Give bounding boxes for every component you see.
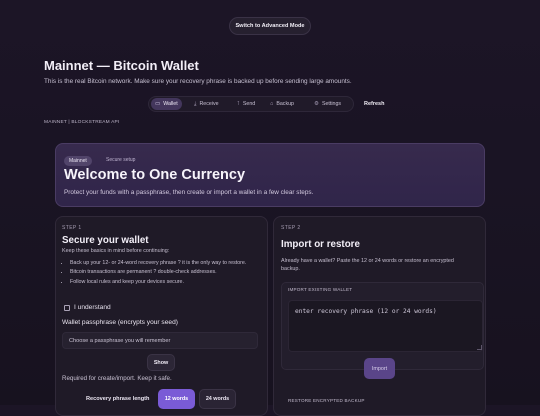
passphrase-input[interactable]: Choose a passphrase you will remember — [62, 332, 258, 349]
step-1-label: STEP 1 — [62, 225, 82, 231]
send-icon: ⊺ — [237, 101, 240, 107]
import-restore-title: Import or restore — [281, 239, 360, 250]
tab-label: Settings — [321, 101, 342, 107]
passphrase-note: Required for create/import. Keep it safe… — [62, 375, 172, 382]
length-24-button[interactable]: 24 words — [199, 389, 236, 409]
import-button[interactable]: Import — [364, 358, 395, 379]
basics-list: Back up your 12- or 24-word recovery phr… — [62, 259, 270, 287]
list-item: Follow local rules and keep your devices… — [70, 278, 270, 286]
phrase-length-label: Recovery phrase length — [86, 396, 150, 402]
resize-handle-icon[interactable] — [477, 345, 482, 350]
welcome-subtitle: Protect your funds with a passphrase, th… — [64, 189, 314, 196]
passphrase-label: Wallet passphrase (encrypts your seed) — [62, 319, 178, 326]
refresh-button[interactable]: Refresh — [360, 98, 388, 110]
show-passphrase-button[interactable]: Show — [147, 354, 175, 371]
wallet-icon: ▭ — [155, 101, 161, 107]
recovery-phrase-input[interactable]: enter recovery phrase (12 or 24 words) — [288, 300, 483, 352]
tab-backup[interactable]: ⌂ Backup — [266, 98, 298, 110]
tab-label: Backup — [276, 101, 294, 107]
understand-checkbox[interactable] — [64, 305, 70, 311]
page-title: Mainnet — Bitcoin Wallet — [44, 58, 199, 73]
network-pill: Mainnet — [64, 156, 92, 166]
download-icon: ⤓ — [194, 100, 197, 107]
length-12-button[interactable]: 12 words — [158, 389, 195, 409]
setup-tag: Secure setup — [106, 157, 136, 163]
tab-settings[interactable]: ⚙ Settings — [310, 98, 345, 110]
import-intro: Already have a wallet? Paste the 12 or 2… — [281, 258, 454, 272]
tab-label: Receive — [199, 101, 219, 107]
tab-label: Send — [242, 101, 256, 107]
welcome-title: Welcome to One Currency — [64, 167, 246, 183]
backup-icon: ⌂ — [270, 101, 274, 107]
tab-wallet[interactable]: ▭ Wallet — [151, 98, 182, 110]
secure-wallet-card — [55, 216, 268, 416]
list-item: Back up your 12- or 24-word recovery phr… — [70, 259, 270, 267]
gear-icon: ⚙ — [314, 101, 319, 107]
main-nav: ▭ Wallet ⤓ Receive ⊺ Send ⌂ Backup ⚙ Settings — [148, 96, 354, 112]
page-subtitle: This is the real Bitcoin network. Make s… — [44, 78, 352, 85]
restore-label: RESTORE ENCRYPTED BACKUP — [288, 398, 365, 403]
secure-wallet-title: Secure your wallet — [62, 235, 149, 246]
step-2-label: STEP 2 — [281, 225, 301, 231]
tab-send[interactable]: ⊺ Send — [233, 98, 259, 110]
network-indicator: MAINNET | BLOCKSTREAM API — [44, 120, 120, 125]
tab-label: Wallet — [163, 101, 178, 107]
understand-label: I understand — [74, 304, 111, 311]
tab-receive[interactable]: ⤓ Receive — [190, 98, 223, 110]
import-label: IMPORT EXISTING WALLET — [288, 287, 353, 292]
basics-intro: Keep these basics in mind before continu… — [62, 248, 170, 254]
list-item: Bitcoin transactions are permanent ? dou… — [70, 268, 270, 276]
advanced-mode-button[interactable]: Switch to Advanced Mode — [229, 17, 311, 35]
